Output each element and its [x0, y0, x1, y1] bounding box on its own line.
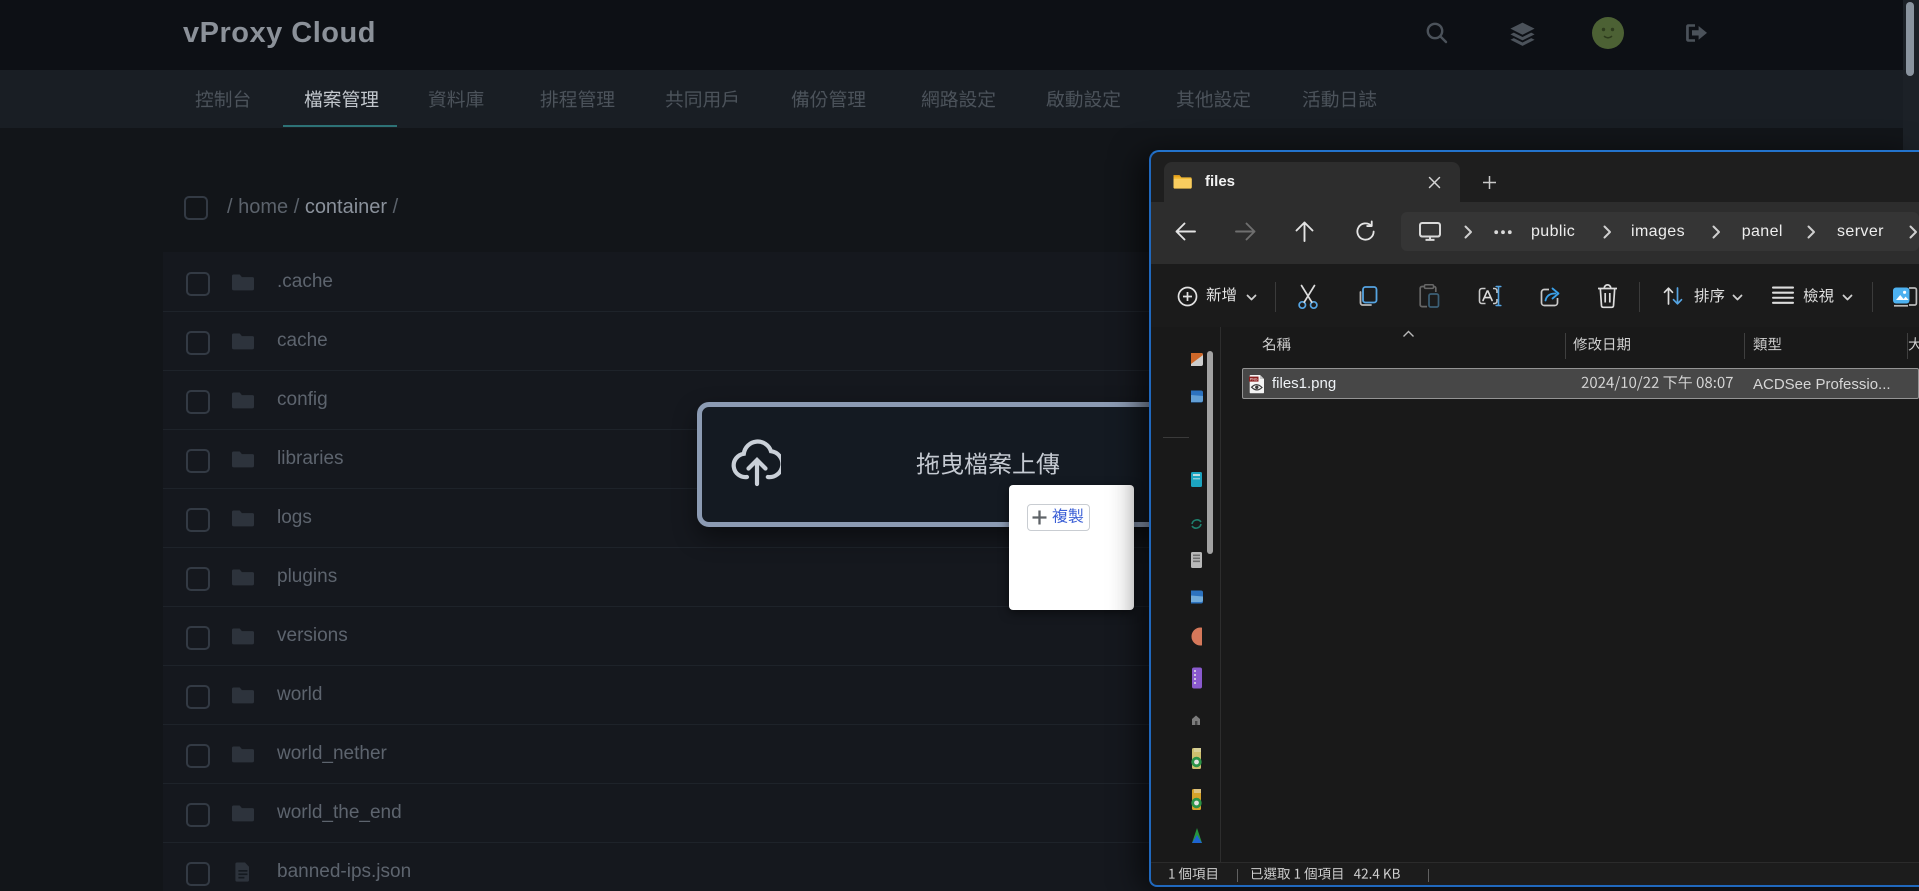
svg-text:PNG: PNG [1250, 378, 1258, 382]
